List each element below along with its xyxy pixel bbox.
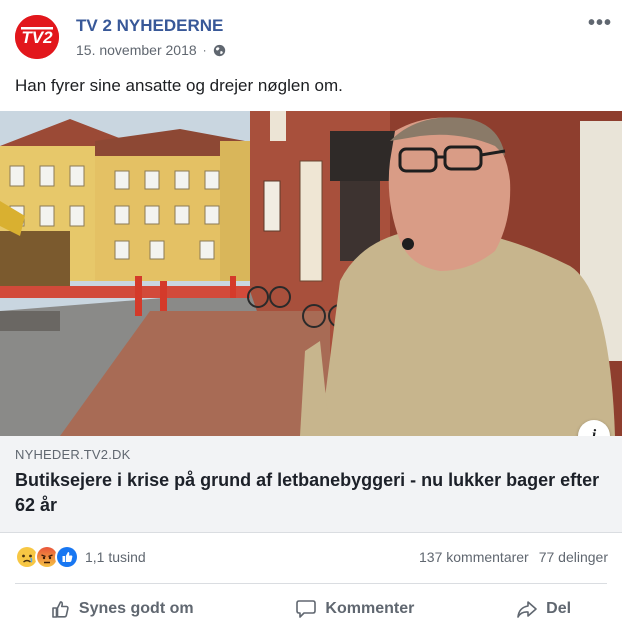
photo-illustration xyxy=(0,111,622,436)
svg-text:TV2: TV2 xyxy=(21,28,53,47)
reactions-summary[interactable]: 1,1 tusind xyxy=(15,545,146,569)
comment-button-label: Kommenter xyxy=(325,600,415,617)
link-domain: NYHEDER.TV2.DK xyxy=(15,447,131,462)
globe-icon[interactable] xyxy=(213,44,226,57)
engagement-counts: 137 kommentarer 77 delinger xyxy=(419,549,608,565)
like-button-label: Synes godt om xyxy=(78,600,194,617)
reaction-count: 1,1 tusind xyxy=(85,549,146,565)
share-button[interactable]: Del xyxy=(516,599,571,619)
post-text: Han fyrer sine ansatte og drejer nøglen … xyxy=(15,76,343,95)
page-name-link[interactable]: TV 2 NYHEDERNE xyxy=(76,16,223,36)
divider xyxy=(15,583,607,584)
like-reaction-icon xyxy=(55,545,79,569)
link-preview-image[interactable] xyxy=(0,111,622,436)
like-button[interactable]: Synes godt om xyxy=(51,599,194,619)
meta-separator: · xyxy=(202,43,207,57)
share-button-label: Del xyxy=(546,600,572,617)
tv2-logo-avatar[interactable]: TV2 xyxy=(15,15,59,59)
more-options-button[interactable]: ••• xyxy=(588,12,612,35)
thumbs-up-icon xyxy=(52,601,69,618)
tv2-logo-icon: TV2 xyxy=(15,15,59,59)
post-date-link[interactable]: 15. november 2018 xyxy=(76,42,197,58)
link-title[interactable]: Butiksejere i krise på grund af letbaneb… xyxy=(15,468,605,518)
comment-button[interactable]: Kommenter xyxy=(295,599,414,619)
link-preview-box[interactable]: NYHEDER.TV2.DK Butiksejere i krise på gr… xyxy=(0,436,622,533)
post-actions: Synes godt om Kommenter Del xyxy=(0,590,622,628)
facebook-post: TV2 TV 2 NYHEDERNE 15. november 2018 · •… xyxy=(0,0,622,634)
post-meta: 15. november 2018 · xyxy=(76,42,226,58)
share-arrow-icon xyxy=(517,601,537,618)
comment-bubble-icon xyxy=(296,600,317,618)
comments-count-link[interactable]: 137 kommentarer xyxy=(419,549,529,565)
shares-count-link[interactable]: 77 delinger xyxy=(539,549,608,565)
